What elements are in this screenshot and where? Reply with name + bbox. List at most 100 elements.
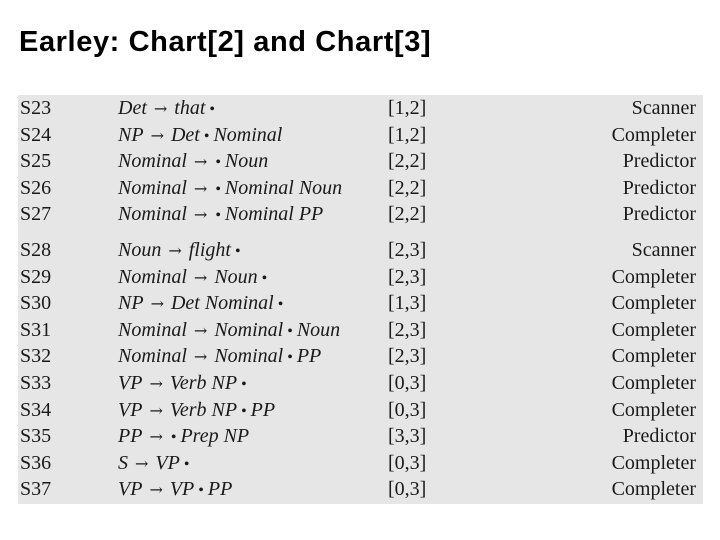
chart-state-row: S30 NP → Det Nominal • [1,3] Completer [18, 290, 703, 317]
state-span: [2,2] [388, 203, 427, 226]
state-id: S34 [20, 398, 52, 421]
dotted-rule: Nominal → Noun • [118, 264, 268, 293]
chart-state-row: S27 Nominal → • Nominal PP [2,2] Predictor [18, 201, 703, 228]
rule-lhs: VP [118, 478, 143, 501]
rewrite-arrow-icon: → [150, 294, 164, 314]
state-operation: Completer [611, 371, 696, 394]
chart-state-row: S29 Nominal → Noun • [2,3] Completer [18, 264, 703, 291]
rule-after-dot: PP [296, 345, 322, 368]
state-operation: Completer [611, 345, 696, 368]
rule-lhs: Nominal [118, 345, 187, 368]
rule-before-dot: VP [169, 478, 195, 501]
state-id: S37 [20, 478, 52, 501]
dotted-rule: Nominal → • Nominal PP [118, 201, 323, 230]
earley-chart-table: S23 Det → that • [1,2] Scanner S24 NP → Det • N… [18, 95, 703, 504]
rewrite-arrow-icon: → [150, 125, 164, 145]
rule-lhs: VP [118, 371, 143, 394]
rule-after-dot: PP [250, 398, 276, 421]
state-id: S26 [20, 176, 52, 199]
dotted-rule: VP → Verb NP • [118, 370, 248, 399]
state-operation: Predictor [622, 203, 696, 226]
rewrite-arrow-icon: → [193, 347, 208, 367]
state-span: [1,2] [388, 97, 427, 119]
state-operation: Completer [611, 318, 696, 341]
dotted-rule: Nominal → Nominal • Noun [118, 317, 340, 346]
rule-before-dot: Nominal [214, 318, 284, 341]
dot-marker-icon: • [287, 322, 293, 340]
dotted-rule: VP → VP • PP [118, 476, 232, 505]
state-operation: Predictor [622, 150, 696, 173]
state-id: S35 [20, 425, 52, 448]
rule-lhs: Noun [118, 239, 162, 261]
state-id: S30 [20, 292, 52, 315]
dot-marker-icon: • [241, 375, 247, 393]
dotted-rule: PP → • Prep NP [118, 423, 249, 452]
state-operation: Scanner [631, 239, 696, 261]
chart-state-row: S24 NP → Det • Nominal [1,2] Completer [18, 122, 703, 149]
state-span: [2,3] [388, 265, 427, 288]
rule-lhs: NP [118, 123, 144, 146]
chart-state-row: S23 Det → that • [1,2] Scanner [18, 95, 703, 122]
state-span: [2,2] [388, 150, 427, 173]
dot-marker-icon: • [183, 455, 190, 473]
state-id: S24 [20, 123, 52, 146]
rule-after-dot: Nominal Noun [224, 176, 343, 199]
rewrite-arrow-icon: → [153, 99, 168, 118]
state-operation: Completer [611, 398, 696, 421]
state-span: [2,3] [388, 345, 427, 368]
chart-state-row: S25 Nominal → • Noun [2,2] Predictor [18, 148, 703, 175]
rule-after-dot: PP [207, 478, 233, 501]
state-id: S28 [20, 239, 52, 261]
dot-marker-icon: • [203, 127, 210, 145]
chart-group-2: S23 Det → that • [1,2] Scanner S24 NP → Det • N… [18, 95, 703, 228]
state-operation: Completer [611, 451, 696, 474]
dotted-rule: Nominal → • Noun [118, 148, 268, 177]
rule-before-dot: that [174, 97, 206, 119]
rewrite-arrow-icon: → [135, 453, 149, 473]
rule-before-dot: Noun [214, 265, 258, 288]
rewrite-arrow-icon: → [149, 373, 163, 393]
state-id: S36 [20, 451, 52, 474]
dotted-rule: Det → that • [118, 95, 216, 124]
slide-title: Earley: Chart[2] and Chart[3] [19, 26, 432, 58]
rule-before-dot: Det [170, 123, 200, 146]
dot-marker-icon: • [209, 101, 216, 118]
rule-before-dot: flight [188, 239, 231, 261]
state-id: S31 [20, 318, 52, 341]
rule-lhs: VP [118, 398, 143, 421]
state-span: [1,2] [388, 123, 427, 146]
rule-after-dot: Nominal PP [224, 203, 324, 226]
state-operation: Predictor [622, 425, 696, 448]
state-operation: Completer [611, 265, 696, 288]
state-id: S32 [20, 345, 52, 368]
dotted-rule: NP → Det • Nominal [118, 122, 282, 151]
state-operation: Completer [611, 478, 696, 501]
chart-state-row: S36 S → VP • [0,3] Completer [18, 450, 703, 477]
rewrite-arrow-icon: → [193, 320, 208, 340]
rule-before-dot: Verb NP [169, 398, 238, 421]
rule-lhs: PP [118, 425, 143, 448]
dotted-rule: Nominal → Nominal • PP [118, 343, 321, 372]
dotted-rule: Noun → flight • [118, 237, 242, 266]
state-span: [0,3] [388, 451, 427, 474]
dotted-rule: Nominal → • Nominal Noun [118, 175, 342, 204]
rule-lhs: NP [118, 292, 144, 315]
rule-after-dot: Nominal [213, 123, 283, 146]
rule-after-dot: Noun [224, 150, 269, 173]
state-id: S27 [20, 203, 52, 226]
rule-lhs: Nominal [118, 318, 187, 341]
state-operation: Scanner [631, 97, 696, 119]
dot-marker-icon: • [215, 207, 221, 225]
chart-state-row: S26 Nominal → • Nominal Noun [2,2] Predicto… [18, 175, 703, 202]
dot-marker-icon: • [277, 296, 284, 314]
dot-marker-icon: • [287, 349, 293, 367]
dot-marker-icon: • [170, 429, 177, 447]
chart-state-row: S37 VP → VP • PP [0,3] Completer [18, 476, 703, 503]
dot-marker-icon: • [198, 482, 204, 500]
state-id: S23 [20, 97, 52, 119]
state-id: S25 [20, 150, 52, 173]
state-span: [0,3] [388, 478, 427, 501]
rule-lhs: Nominal [118, 150, 187, 173]
state-span: [2,3] [388, 318, 427, 341]
rule-lhs: Nominal [118, 176, 187, 199]
